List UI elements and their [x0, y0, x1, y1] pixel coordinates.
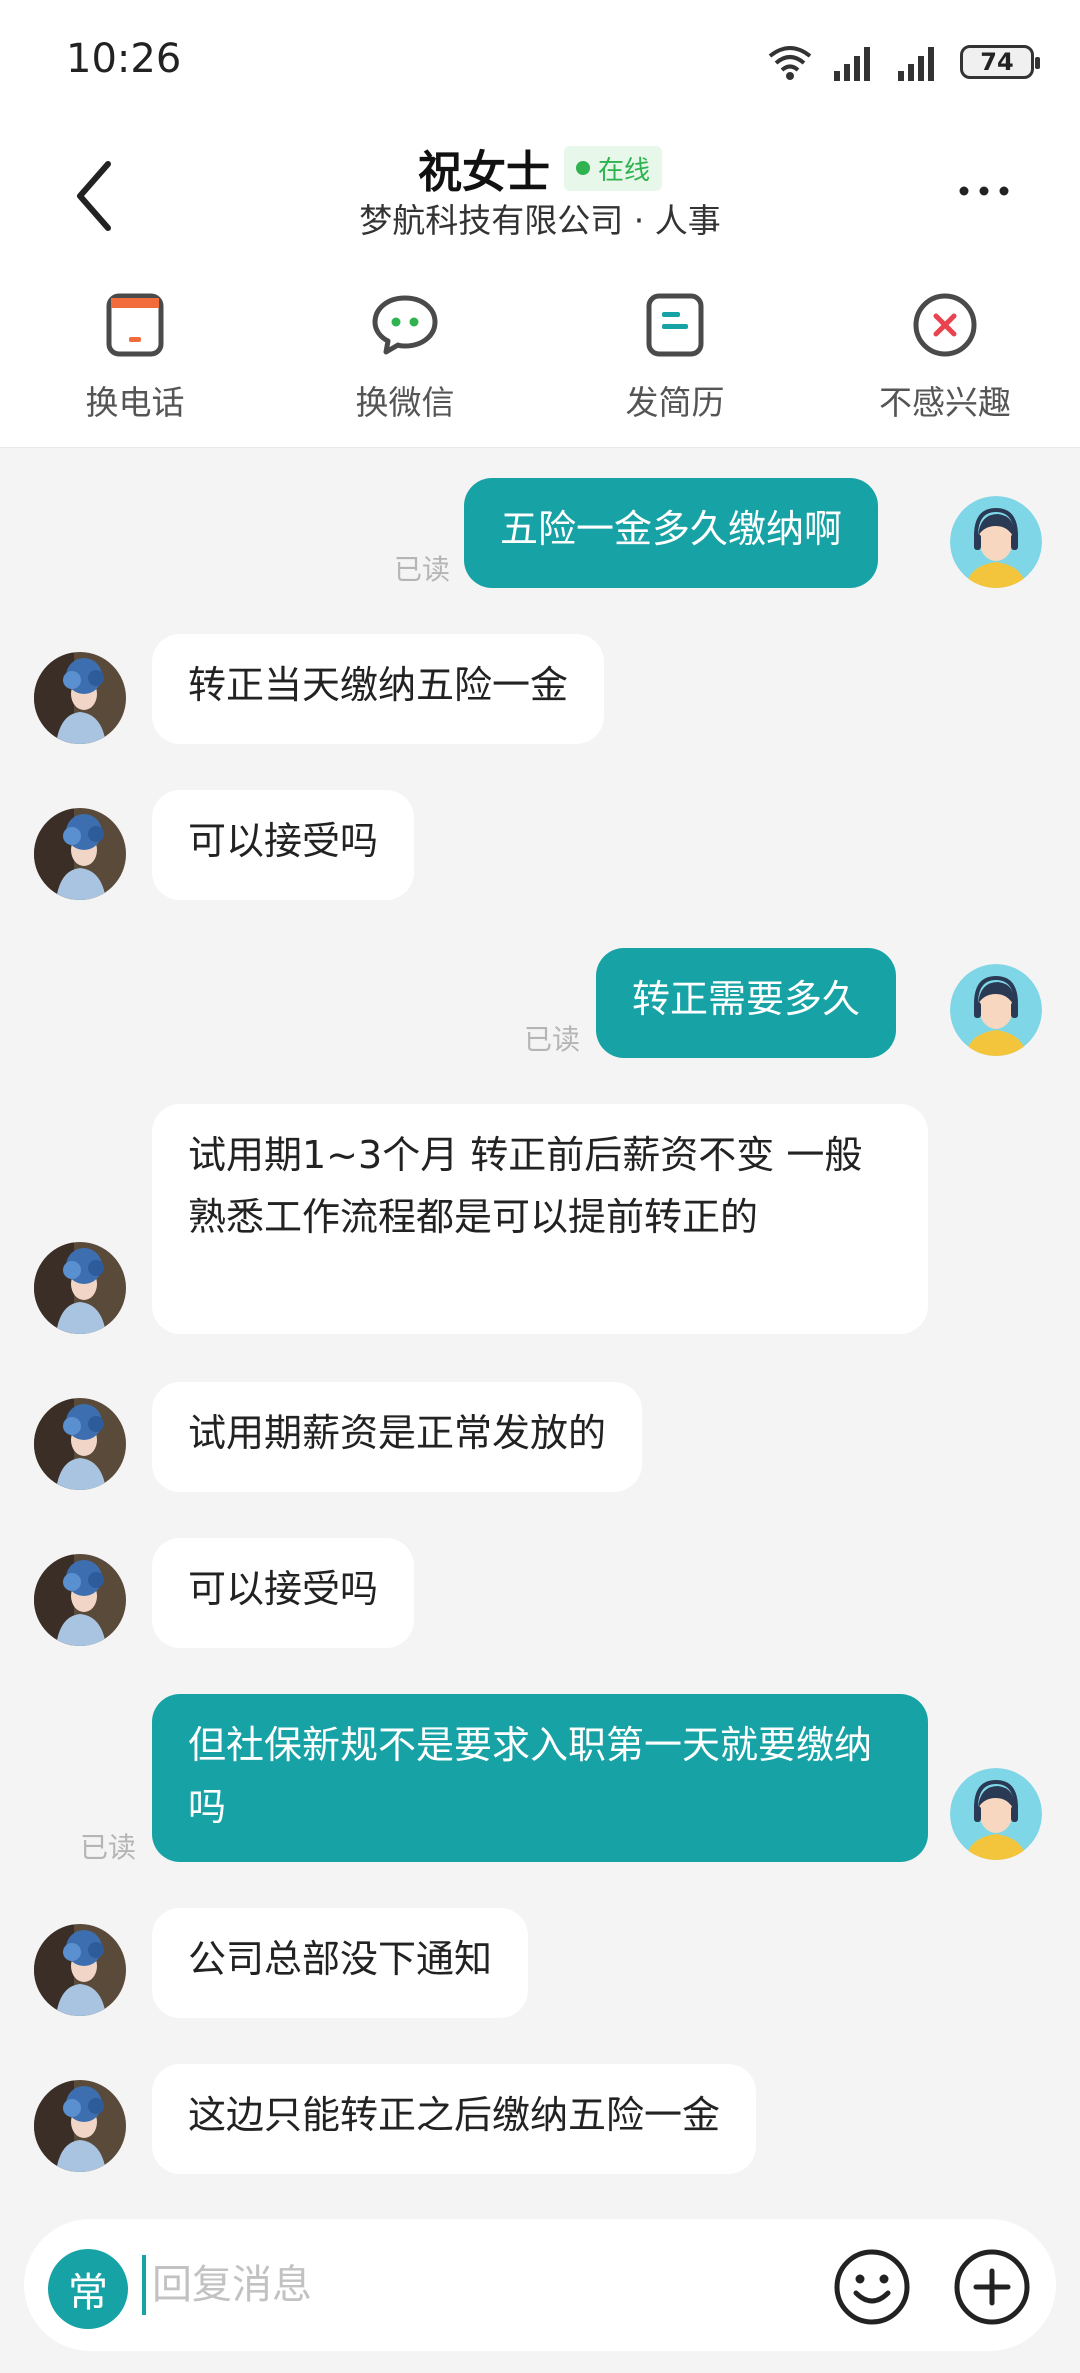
contact-company: 梦航科技有限公司 · 人事 — [359, 201, 721, 240]
action-label: 发简历 — [625, 383, 725, 422]
hr-avatar[interactable] — [34, 1924, 126, 2016]
action-exchange-wechat[interactable]: 换微信 — [305, 270, 505, 447]
action-label: 换电话 — [85, 383, 185, 422]
input-wrapper: 常 — [24, 2219, 1056, 2351]
status-icons: 74 — [766, 40, 1040, 84]
message-bubble-in[interactable]: 试用期薪资是正常发放的 — [152, 1382, 643, 1492]
my-avatar[interactable] — [950, 1768, 1042, 1860]
chat-area[interactable]: 已读 五险一金多久缴纳啊 转正当天缴纳五险一金 可以接受吗 已读 转正需要多久 … — [0, 448, 1080, 2193]
message-bubble-in[interactable]: 可以接受吗 — [152, 790, 415, 900]
hr-avatar[interactable] — [34, 808, 126, 900]
message-bubble-in[interactable]: 这边只能转正之后缴纳五险一金 — [152, 2064, 757, 2174]
input-bar: 常 — [0, 2193, 1080, 2373]
reply-input[interactable] — [142, 2255, 702, 2315]
message-bubble-in[interactable]: 转正当天缴纳五险一金 — [152, 634, 605, 744]
more-options-icon[interactable] — [954, 176, 1014, 206]
plus-icon[interactable] — [952, 2247, 1032, 2327]
message-bubble-out[interactable]: 五险一金多久缴纳啊 — [464, 478, 879, 588]
wechat-icon — [372, 295, 438, 355]
status-bar: 10:26 74 — [0, 0, 1080, 120]
battery-indicator: 74 — [960, 45, 1040, 79]
contact-name: 祝女士 — [417, 147, 550, 198]
message-bubble-in[interactable]: 可以接受吗 — [152, 1538, 415, 1648]
status-time: 10:26 — [66, 36, 182, 82]
signal-icon-2 — [898, 47, 934, 81]
message-bubble-out[interactable]: 但社保新规不是要求入职第一天就要缴纳吗 — [152, 1694, 928, 1862]
my-avatar[interactable] — [950, 496, 1042, 588]
hr-avatar[interactable] — [34, 1398, 126, 1490]
emoji-icon[interactable] — [832, 2247, 912, 2327]
not-interested-icon — [913, 293, 977, 357]
my-avatar[interactable] — [950, 964, 1042, 1056]
action-send-resume[interactable]: 发简历 — [575, 270, 775, 447]
hr-avatar[interactable] — [34, 1554, 126, 1646]
signal-icon-1 — [834, 47, 870, 81]
quick-phrase-button[interactable]: 常 — [48, 2249, 128, 2329]
message-bubble-in[interactable]: 试用期1~3个月 转正前后薪资不变 一般熟悉工作流程都是可以提前转正的 — [152, 1104, 928, 1334]
hr-avatar[interactable] — [34, 1242, 126, 1334]
action-bar: 换电话 换微信 发简历 不感兴趣 — [0, 270, 1080, 448]
message-bubble-in[interactable]: 公司总部没下通知 — [152, 1908, 529, 2018]
read-receipt: 已读 — [524, 1023, 581, 1056]
hr-avatar[interactable] — [34, 652, 126, 744]
action-exchange-phone[interactable]: 换电话 — [35, 270, 235, 447]
hr-avatar[interactable] — [34, 2080, 126, 2172]
resume-icon — [646, 293, 704, 357]
message-bubble-out[interactable]: 转正需要多久 — [596, 948, 897, 1058]
action-label: 不感兴趣 — [879, 383, 1011, 422]
chat-header: 祝女士 在线 梦航科技有限公司 · 人事 — [0, 120, 1080, 270]
wifi-icon — [768, 46, 812, 80]
title-row: 祝女士 在线 — [0, 136, 1080, 200]
read-receipt: 已读 — [394, 553, 451, 586]
read-receipt: 已读 — [80, 1831, 137, 1864]
online-badge: 在线 — [563, 145, 662, 191]
phone-card-icon — [106, 293, 164, 357]
online-label: 在线 — [597, 155, 650, 186]
online-dot-icon — [575, 161, 590, 175]
action-label: 换微信 — [355, 383, 455, 422]
action-not-interested[interactable]: 不感兴趣 — [845, 270, 1045, 447]
